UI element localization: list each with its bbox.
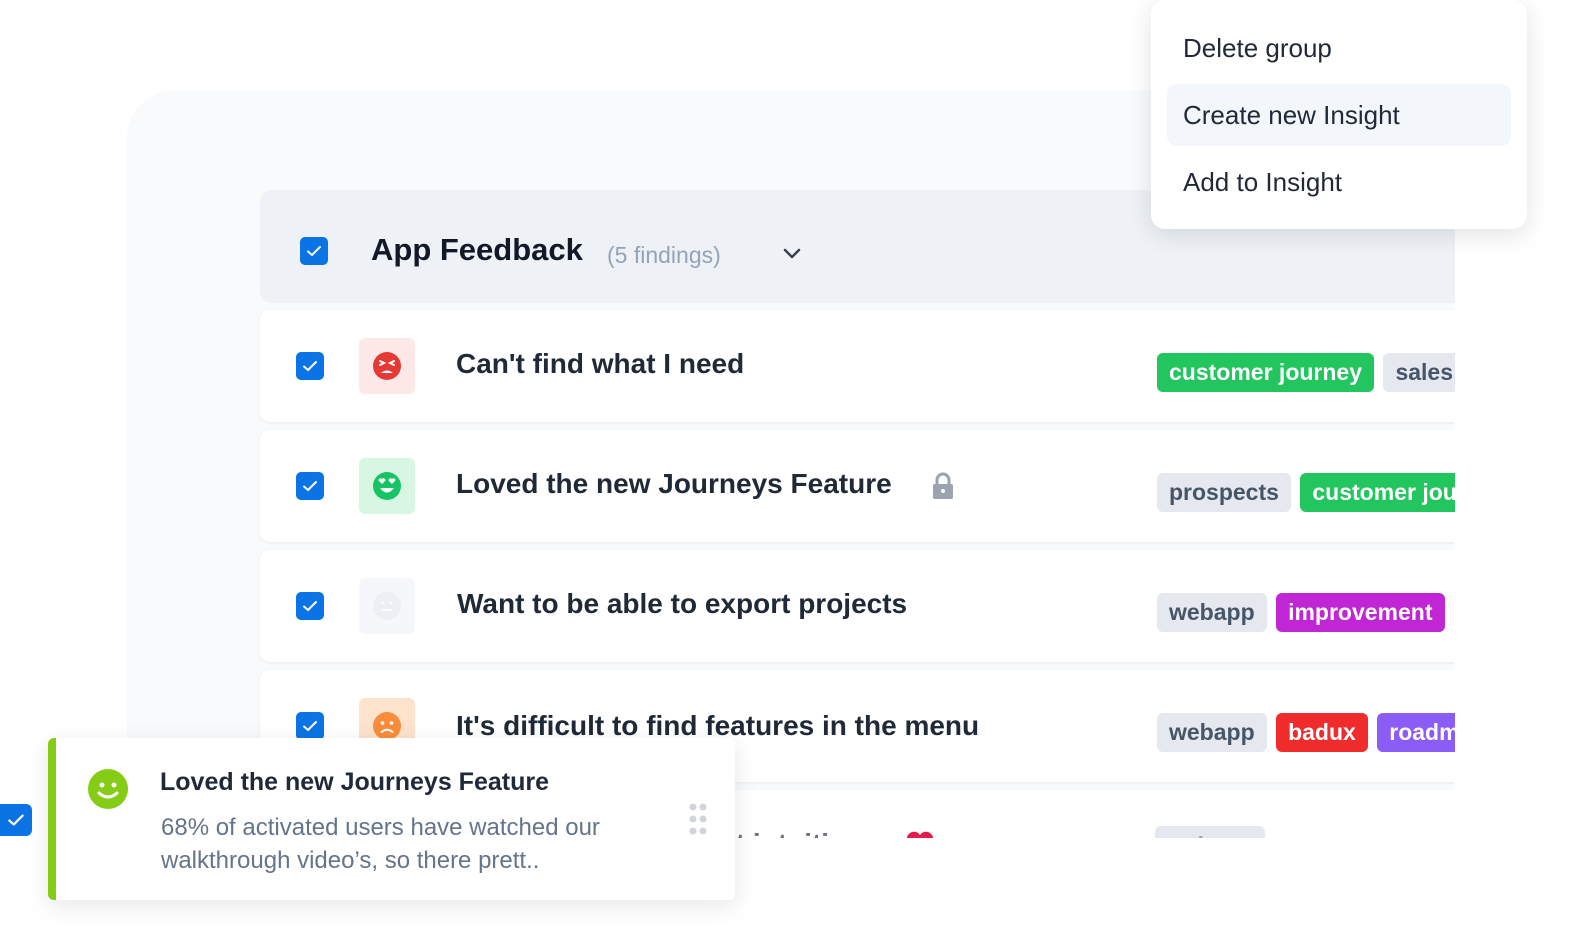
finding-row[interactable]: Loved the new Journeys Feature prospects…: [260, 430, 1455, 542]
neutral-face-icon: [373, 592, 401, 620]
insight-title: Loved the new Journeys Feature: [160, 768, 549, 796]
tag[interactable]: sales: [1383, 353, 1455, 392]
sad-face-icon: [373, 712, 401, 740]
tag[interactable]: webapp: [1155, 826, 1265, 838]
row-checkbox[interactable]: [296, 352, 324, 380]
row-checkbox[interactable]: [296, 592, 324, 620]
tag-list: webapp improvement: [1157, 593, 1455, 633]
lock-icon: [933, 472, 953, 499]
row-checkbox[interactable]: [296, 472, 324, 500]
menu-item-create-insight[interactable]: Create new Insight: [1167, 84, 1511, 146]
tag-list: prospects customer journey: [1157, 473, 1455, 513]
tag[interactable]: webapp: [1157, 593, 1267, 632]
happy-face-icon: [88, 769, 128, 809]
insight-card[interactable]: Loved the new Journeys Feature 68% of ac…: [48, 738, 735, 900]
finding-title: Loved the new Journeys Feature: [456, 468, 892, 499]
tag[interactable]: improvement: [1276, 593, 1445, 632]
group-count: (5 findings): [607, 242, 721, 268]
heart-eyes-face-icon: [373, 472, 401, 500]
angry-face-icon: [373, 352, 401, 380]
group-checkbox[interactable]: [300, 237, 328, 265]
group-title: App Feedback: [371, 232, 583, 267]
check-icon: [307, 246, 321, 256]
menu-item-delete-group[interactable]: Delete group: [1167, 17, 1511, 79]
finding-title: Want to be able to export projects: [457, 588, 908, 619]
check-icon: [303, 721, 317, 731]
check-icon: [8, 814, 24, 826]
tag[interactable]: customer journey: [1157, 353, 1374, 392]
tag-list: customer journey sales: [1157, 353, 1455, 393]
sentiment-badge: [359, 338, 415, 394]
row-checkbox[interactable]: [296, 712, 324, 740]
tag[interactable]: prospects: [1157, 473, 1291, 512]
heart-icon: [906, 831, 934, 838]
tag-list: webapp badux roadmap: [1157, 713, 1455, 753]
finding-row[interactable]: Want to be able to export projects webap…: [260, 550, 1455, 662]
tag-list: webapp: [1155, 826, 1455, 838]
finding-row[interactable]: Can't find what I need customer journey …: [260, 310, 1455, 422]
check-icon: [303, 601, 317, 611]
insight-body: 68% of activated users have watched our …: [161, 814, 600, 874]
menu-item-add-to-insight[interactable]: Add to Insight: [1167, 151, 1511, 213]
sentiment-badge: [359, 458, 415, 514]
tag[interactable]: roadmap: [1377, 713, 1455, 752]
tag[interactable]: customer journey: [1300, 473, 1455, 512]
side-checkbox[interactable]: [0, 804, 32, 836]
context-menu: Delete group Create new Insight Add to I…: [1151, 0, 1527, 229]
tag[interactable]: webapp: [1157, 713, 1267, 752]
tag[interactable]: badux: [1276, 713, 1368, 752]
check-icon: [303, 361, 317, 371]
check-icon: [303, 481, 317, 491]
sentiment-badge: [359, 578, 415, 634]
drag-handle-icon[interactable]: [688, 802, 708, 836]
chevron-down-icon[interactable]: [778, 240, 806, 268]
finding-title: Can't find what I need: [456, 348, 745, 379]
